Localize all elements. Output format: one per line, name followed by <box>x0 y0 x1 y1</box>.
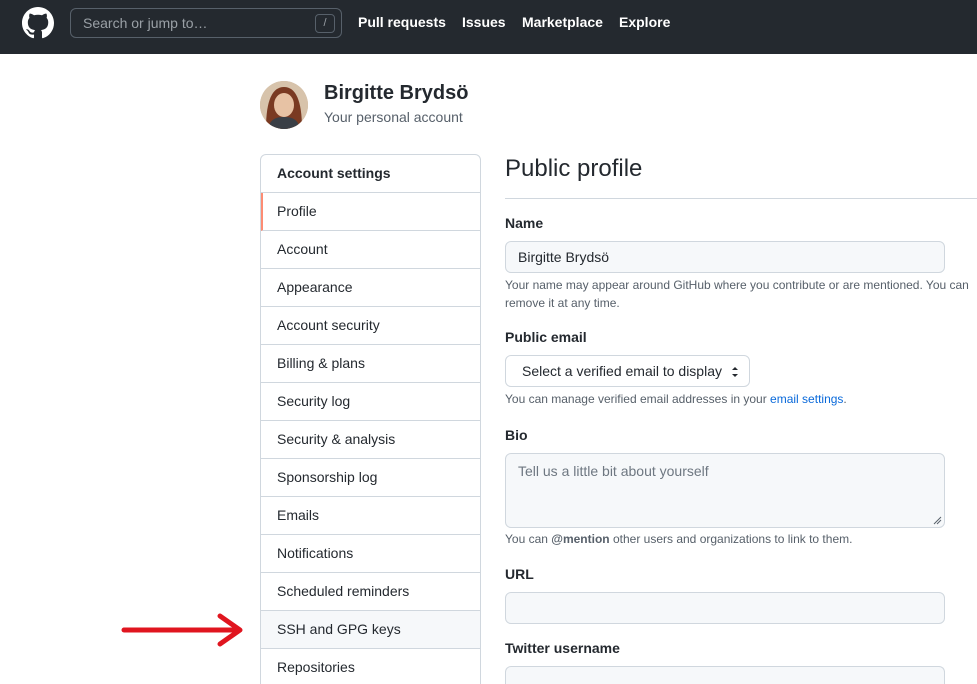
nav-marketplace[interactable]: Marketplace <box>522 14 603 30</box>
sidebar-item-account[interactable]: Account <box>261 231 480 269</box>
sidebar-item-repositories[interactable]: Repositories <box>261 649 480 684</box>
sidebar-item-scheduled-reminders[interactable]: Scheduled reminders <box>261 573 480 611</box>
twitter-field[interactable] <box>505 666 945 684</box>
email-help-text: You can manage verified email addresses … <box>505 390 975 408</box>
bio-label: Bio <box>505 427 528 443</box>
avatar[interactable] <box>260 81 308 129</box>
public-email-select[interactable]: Select a verified email to display <box>505 355 750 387</box>
sidebar-item-account-security[interactable]: Account security <box>261 307 480 345</box>
sidebar-item-notifications[interactable]: Notifications <box>261 535 480 573</box>
sidebar-item-billing[interactable]: Billing & plans <box>261 345 480 383</box>
annotation-arrow-icon <box>121 613 243 647</box>
url-field[interactable] <box>505 592 945 624</box>
bio-help-text: You can @mention other users and organiz… <box>505 530 975 548</box>
account-name[interactable]: Birgitte Brydsö <box>324 82 468 105</box>
mention-text: @mention <box>551 532 610 546</box>
sidebar-item-ssh-gpg-keys[interactable]: SSH and GPG keys <box>261 611 480 649</box>
bio-help-text-end: other users and organizations to link to… <box>609 532 853 546</box>
name-label: Name <box>505 215 544 231</box>
public-email-select-value: Select a verified email to display <box>522 363 722 379</box>
twitter-label: Twitter username <box>505 640 620 656</box>
sidebar-item-appearance[interactable]: Appearance <box>261 269 480 307</box>
sidebar-item-emails[interactable]: Emails <box>261 497 480 535</box>
nav-explore[interactable]: Explore <box>619 14 670 30</box>
email-help-text-end: . <box>843 392 847 406</box>
sidebar-heading: Account settings <box>261 155 480 193</box>
nav-issues[interactable]: Issues <box>462 14 506 30</box>
title-divider <box>505 198 977 199</box>
github-logo-icon[interactable] <box>22 7 54 39</box>
name-help-text: Your name may appear around GitHub where… <box>505 278 969 310</box>
nav-pull-requests[interactable]: Pull requests <box>358 14 446 30</box>
sidebar-item-security-log[interactable]: Security log <box>261 383 480 421</box>
name-field[interactable]: Birgitte Brydsö <box>505 241 945 273</box>
sidebar-item-profile[interactable]: Profile <box>261 193 480 231</box>
avatar-image-icon <box>260 81 308 129</box>
search-shortcut-badge: / <box>315 14 335 33</box>
bio-placeholder: Tell us a little bit about yourself <box>518 463 709 479</box>
account-subtitle: Your personal account <box>324 109 463 125</box>
global-header: Search or jump to… / Pull requests Issue… <box>0 0 977 54</box>
sidebar-item-sponsorship-log[interactable]: Sponsorship log <box>261 459 480 497</box>
page-title: Public profile <box>505 155 643 182</box>
bio-textarea[interactable]: Tell us a little bit about yourself <box>505 453 945 528</box>
select-caret-icon <box>732 367 738 377</box>
search-input[interactable]: Search or jump to… / <box>70 8 342 38</box>
url-label: URL <box>505 566 534 582</box>
search-placeholder: Search or jump to… <box>83 15 208 31</box>
email-help-text-start: You can manage verified email addresses … <box>505 392 771 406</box>
sidebar-item-security-analysis[interactable]: Security & analysis <box>261 421 480 459</box>
public-email-label: Public email <box>505 329 587 345</box>
email-settings-link[interactable]: email settings <box>770 392 843 406</box>
resize-handle-icon[interactable] <box>932 515 942 525</box>
settings-sidebar: Account settings Profile Account Appeara… <box>260 154 481 684</box>
bio-help-text-start: You can <box>505 532 552 546</box>
